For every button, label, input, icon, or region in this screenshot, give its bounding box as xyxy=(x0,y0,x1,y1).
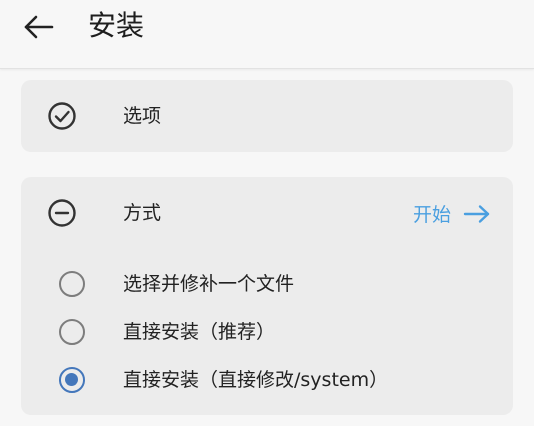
method-label: 方式 xyxy=(123,202,162,224)
start-label: 开始 xyxy=(412,204,451,226)
start-button[interactable]: 开始 xyxy=(413,200,491,227)
page-title: 安装 xyxy=(88,9,145,42)
arrow-right-icon xyxy=(463,204,490,223)
method-card: 方式 开始 选择并修补一个文件 直接安装（推荐） 直接安装（直接修改/syste… xyxy=(21,177,513,415)
choice-direct-install-system[interactable]: 直接安装（直接修改/system） xyxy=(21,361,513,401)
app-bar: 安装 xyxy=(0,0,534,69)
radio-button[interactable] xyxy=(59,271,85,297)
choice-label: 直接安装（直接修改/system） xyxy=(123,369,389,391)
choice-label: 直接安装（推荐） xyxy=(123,321,276,343)
radio-button-selected[interactable] xyxy=(59,367,85,393)
choice-patch-file[interactable]: 选择并修补一个文件 xyxy=(21,265,513,305)
choice-label: 选择并修补一个文件 xyxy=(123,273,295,295)
options-card[interactable]: 选项 xyxy=(21,80,513,152)
check-circle-icon xyxy=(48,102,76,130)
minus-circle-icon xyxy=(48,199,76,227)
back-arrow-icon[interactable] xyxy=(22,14,56,40)
options-label: 选项 xyxy=(123,105,162,127)
choice-direct-install[interactable]: 直接安装（推荐） xyxy=(21,313,513,353)
radio-button[interactable] xyxy=(59,319,85,345)
